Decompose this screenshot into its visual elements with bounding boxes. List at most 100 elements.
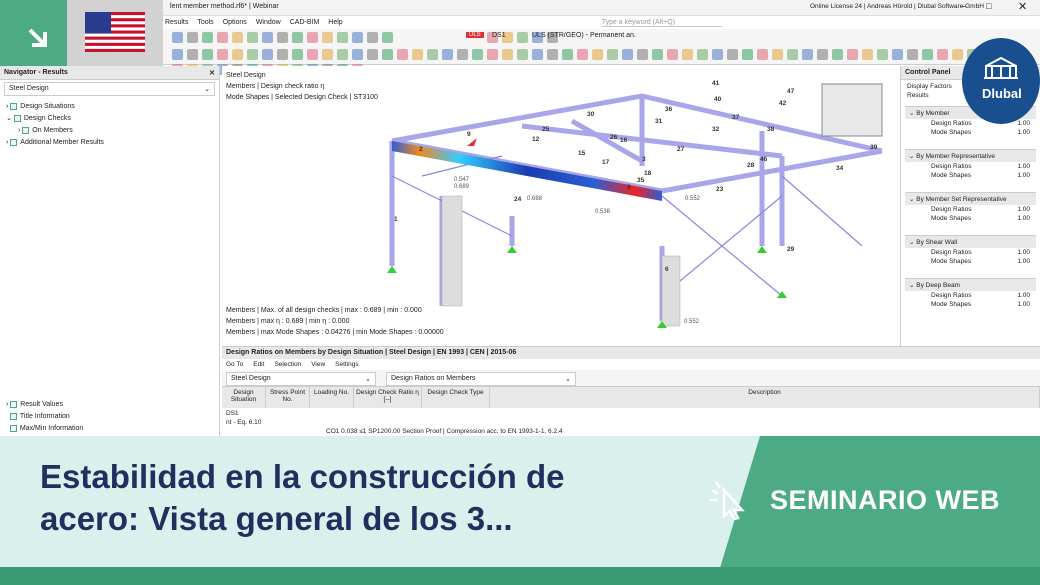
toolbar-button[interactable] xyxy=(367,49,378,60)
toolbar-button[interactable] xyxy=(277,49,288,60)
results-select-2[interactable]: Design Ratios on Members ⌄ xyxy=(386,372,576,386)
menu-goto[interactable]: Go To xyxy=(226,361,243,368)
toolbar-button[interactable] xyxy=(577,49,588,60)
toolbar-button[interactable] xyxy=(772,49,783,60)
toolbar-button[interactable] xyxy=(607,49,618,60)
toolbar-button[interactable] xyxy=(187,49,198,60)
toolbar-button[interactable] xyxy=(697,49,708,60)
toolbar-button[interactable] xyxy=(502,49,513,60)
toolbar-button[interactable] xyxy=(307,49,318,60)
cp-section-header[interactable]: ⌄ By Deep Beam xyxy=(905,279,1036,291)
menu-view[interactable]: View xyxy=(311,361,325,368)
toolbar-button[interactable] xyxy=(262,32,273,43)
toolbar-button[interactable] xyxy=(472,49,483,60)
toolbar-button[interactable] xyxy=(397,49,408,60)
toolbar-button[interactable] xyxy=(322,32,333,43)
menu-selection[interactable]: Selection xyxy=(274,361,301,368)
checkbox[interactable] xyxy=(13,114,21,122)
toolbar-button[interactable] xyxy=(337,32,348,43)
menu-results[interactable]: Results xyxy=(165,19,188,26)
toolbar-button[interactable] xyxy=(802,49,813,60)
toolbar-button[interactable] xyxy=(247,49,258,60)
toolbar-button[interactable] xyxy=(832,49,843,60)
toolbar-button[interactable] xyxy=(232,49,243,60)
checkbox[interactable] xyxy=(9,424,17,432)
table-row[interactable]: CO1 0.038 ≤1 SP1200.00 Section Proof | C… xyxy=(226,427,1036,436)
toolbar-button[interactable] xyxy=(532,49,543,60)
toolbar-button[interactable] xyxy=(277,32,288,43)
toolbar-button[interactable] xyxy=(232,32,243,43)
cp-row[interactable]: Mode Shapes 1.00 xyxy=(905,214,1036,223)
toolbar-button[interactable] xyxy=(457,49,468,60)
toolbar-button[interactable] xyxy=(217,49,228,60)
toolbar-button[interactable] xyxy=(307,32,318,43)
toolbar-button[interactable] xyxy=(217,32,228,43)
back-corner[interactable] xyxy=(0,0,67,66)
combo-select[interactable]: ULS (STR/GEO) - Permanent an... xyxy=(532,32,636,39)
menu-options[interactable]: Options xyxy=(223,19,247,26)
toolbar-button[interactable] xyxy=(637,49,648,60)
toolbar-button[interactable] xyxy=(517,32,528,43)
toolbar-button[interactable] xyxy=(517,49,528,60)
toolbar-button[interactable] xyxy=(727,49,738,60)
toolbar-button[interactable] xyxy=(592,49,603,60)
tree-item-result-values[interactable]: › Result Values xyxy=(6,399,83,411)
ds-select[interactable]: DS1 xyxy=(492,32,506,39)
checkbox[interactable] xyxy=(22,126,30,134)
menu-tools[interactable]: Tools xyxy=(197,19,213,26)
toolbar-button[interactable] xyxy=(547,49,558,60)
cp-row[interactable]: Mode Shapes 1.00 xyxy=(905,257,1036,266)
minimize-icon[interactable]: – xyxy=(960,1,966,12)
cp-row[interactable]: Design Ratios 1.00 xyxy=(905,248,1036,257)
results-select-1[interactable]: Steel Design ⌄ xyxy=(226,372,376,386)
table-row[interactable]: DS1 xyxy=(226,409,1036,418)
maximize-icon[interactable]: □ xyxy=(986,1,991,11)
toolbar-button[interactable] xyxy=(352,32,363,43)
toolbar-button[interactable] xyxy=(292,32,303,43)
model-viewport[interactable]: Steel Design Members | Design check rati… xyxy=(222,66,900,346)
toolbar-button[interactable] xyxy=(487,49,498,60)
toolbar-button[interactable] xyxy=(427,49,438,60)
checkbox[interactable] xyxy=(9,412,17,420)
toolbar-button[interactable] xyxy=(367,32,378,43)
menu-help[interactable]: Help xyxy=(328,19,342,26)
cp-row[interactable]: Mode Shapes 1.00 xyxy=(905,128,1036,137)
toolbar-button[interactable] xyxy=(412,49,423,60)
toolbar-button[interactable] xyxy=(712,49,723,60)
toolbar-button[interactable] xyxy=(907,49,918,60)
checkbox[interactable] xyxy=(10,138,18,146)
toolbar-button[interactable] xyxy=(247,32,258,43)
toolbar-button[interactable] xyxy=(937,49,948,60)
menu-edit[interactable]: Edit xyxy=(253,361,264,368)
cp-row[interactable]: Design Ratios 1.00 xyxy=(905,291,1036,300)
toolbar-button[interactable] xyxy=(682,49,693,60)
menu-settings[interactable]: Settings xyxy=(335,361,359,368)
toolbar-button[interactable] xyxy=(757,49,768,60)
toolbar-button[interactable] xyxy=(652,49,663,60)
search-input[interactable]: Type a keyword (Alt+Q) xyxy=(601,19,722,27)
toolbar-button[interactable] xyxy=(922,49,933,60)
toolbar-button[interactable] xyxy=(622,49,633,60)
checkbox[interactable] xyxy=(10,400,18,408)
close-icon[interactable]: ✕ xyxy=(209,69,215,77)
cp-section-header[interactable]: ⌄ By Member Set Representative xyxy=(905,193,1036,205)
tree-item-maxmin-info[interactable]: Max/Min Information xyxy=(6,423,83,435)
toolbar-button[interactable] xyxy=(892,49,903,60)
menu-window[interactable]: Window xyxy=(256,19,281,26)
cp-row[interactable]: Design Ratios 1.00 xyxy=(905,205,1036,214)
toolbar-button[interactable] xyxy=(877,49,888,60)
toolbar-button[interactable] xyxy=(862,49,873,60)
navigator-select[interactable]: Steel Design ⌄ xyxy=(4,82,215,96)
toolbar-button[interactable] xyxy=(202,32,213,43)
cp-row[interactable]: Design Ratios 1.00 xyxy=(905,162,1036,171)
tree-item-on-members[interactable]: › On Members xyxy=(6,125,213,137)
toolbar-button[interactable] xyxy=(322,49,333,60)
menu-cad-bim[interactable]: CAD-BIM xyxy=(290,19,320,26)
toolbar-button[interactable] xyxy=(817,49,828,60)
tree-item-design-checks[interactable]: ⌄ Design Checks xyxy=(6,113,213,125)
toolbar-button[interactable] xyxy=(382,32,393,43)
toolbar-button[interactable] xyxy=(172,32,183,43)
tree-item-additional[interactable]: › Additional Member Results xyxy=(6,137,213,149)
toolbar-button[interactable] xyxy=(382,49,393,60)
toolbar-button[interactable] xyxy=(262,49,273,60)
